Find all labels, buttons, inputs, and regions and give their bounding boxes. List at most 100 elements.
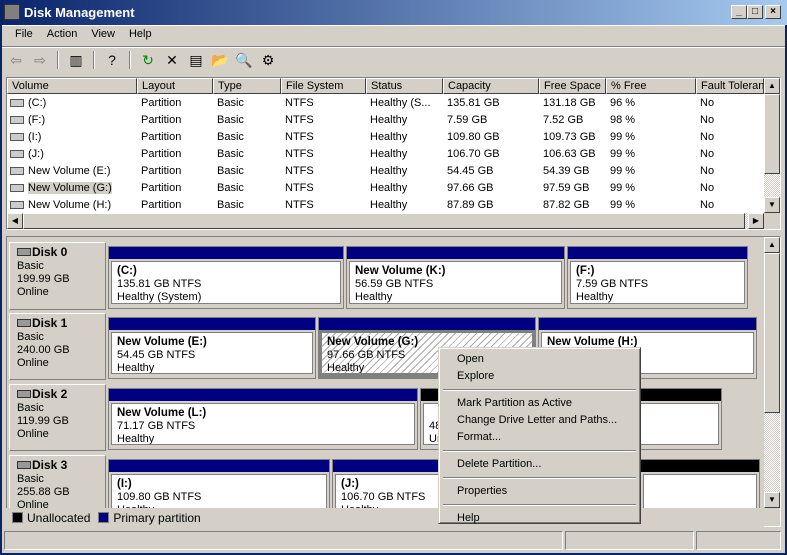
context-menu-item-open[interactable]: Open	[442, 351, 637, 368]
settings-icon: ⚙	[261, 51, 275, 68]
cell-text: Partition	[141, 148, 182, 160]
table-cell: No	[696, 197, 764, 214]
partition-color-bar	[109, 247, 343, 259]
partition[interactable]: New Volume (K:) 56.59 GB NTFS Healthy	[346, 246, 565, 309]
open-folder-button[interactable]: 📂	[210, 51, 230, 69]
partition-name: New Volume (L:)	[117, 407, 207, 419]
vertical-scrollbar[interactable]: ▲ ▼	[764, 78, 780, 213]
column-header-layout[interactable]: Layout	[137, 78, 213, 94]
table-cell: Basic	[213, 95, 281, 112]
scroll-up-button[interactable]: ▲	[764, 78, 780, 94]
scroll-down-button[interactable]: ▼	[764, 492, 780, 508]
context-menu-item-help[interactable]: Help	[442, 510, 637, 527]
table-cell: Partition	[137, 163, 213, 180]
partition-color-bar	[347, 247, 564, 259]
disk-label-0[interactable]: Disk 0 Basic 199.99 GB Online	[9, 242, 106, 310]
table-row[interactable]: (C:) Partition Basic NTFS Healthy (S... 135.8…	[7, 95, 764, 112]
column-header-type[interactable]: Type	[213, 78, 281, 94]
table-row[interactable]: (F:) Partition Basic NTFS Healthy 7.59 GB 7.52…	[7, 112, 764, 129]
disk-management-app-icon	[4, 4, 20, 20]
context-menu-item-change-drive-letter-and-paths[interactable]: Change Drive Letter and Paths...	[442, 412, 637, 429]
scroll-left-button[interactable]: ◀	[7, 213, 23, 229]
partition-name: (I:)	[117, 478, 132, 490]
scroll-down-button[interactable]: ▼	[764, 197, 780, 213]
column-header-fault-toleran[interactable]: Fault Toleran	[696, 78, 764, 94]
table-row[interactable]: (I:) Partition Basic NTFS Healthy 109.80 GB 10…	[7, 129, 764, 146]
partition-color-bar	[109, 389, 417, 401]
table-cell: 97.66 GB	[443, 180, 539, 197]
table-row[interactable]: New Volume (H:) Partition Basic NTFS Healthy…	[7, 197, 764, 214]
vertical-scrollbar[interactable]: ▲ ▼	[764, 237, 780, 508]
column-header-capacity[interactable]: Capacity	[443, 78, 539, 94]
disk-size: 240.00 GB	[17, 344, 70, 356]
table-cell: 7.52 GB	[539, 112, 606, 129]
partition[interactable]: (C:) 135.81 GB NTFS Healthy (System)	[108, 246, 344, 309]
refresh-button[interactable]: ↻	[138, 51, 158, 69]
properties-icon: ▤	[189, 51, 203, 68]
column-header-free-space[interactable]: Free Space	[539, 78, 606, 94]
status-bar-pane	[696, 531, 781, 550]
cell-text: Healthy	[370, 165, 408, 177]
partition[interactable]: New Volume (L:) 71.17 GB NTFS Healthy	[108, 388, 418, 450]
disk-label-2[interactable]: Disk 2 Basic 119.99 GB Online	[9, 384, 106, 451]
properties-button[interactable]: ▤	[186, 51, 206, 69]
column-header-status[interactable]: Status	[366, 78, 443, 94]
table-cell: Healthy	[366, 180, 443, 197]
delete-button[interactable]: ✕	[162, 51, 182, 69]
menu-file[interactable]: File	[8, 28, 40, 40]
show-hide-tree-button[interactable]: ▥	[66, 51, 86, 69]
settings-button[interactable]: ⚙	[258, 51, 278, 69]
scroll-thumb[interactable]	[23, 213, 745, 229]
cell-text: No	[700, 148, 715, 160]
context-menu-item-explore[interactable]: Explore	[442, 368, 637, 385]
table-row[interactable]: New Volume (G:) Partition Basic NTFS Healthy…	[7, 180, 764, 197]
disk-type: Basic	[17, 260, 44, 272]
context-menu-item-format[interactable]: Format...	[442, 429, 637, 446]
table-cell: No	[696, 163, 764, 180]
table-row[interactable]: New Volume (E:) Partition Basic NTFS Healthy…	[7, 163, 764, 180]
cell-text: Basic	[217, 182, 244, 194]
table-cell: (I:)	[7, 129, 137, 146]
disk-label-1[interactable]: Disk 1 Basic 240.00 GB Online	[9, 313, 106, 380]
column-header--free[interactable]: % Free	[606, 78, 696, 94]
cell-text: 131.18 GB	[543, 97, 596, 109]
maximize-button[interactable]: □	[747, 5, 763, 19]
scroll-up-button[interactable]: ▲	[764, 237, 780, 253]
menu-help[interactable]: Help	[122, 28, 159, 40]
scroll-thumb[interactable]	[764, 94, 780, 174]
partition-name: (F:)	[576, 265, 595, 277]
back-arrow-button[interactable]: ⇦	[6, 51, 26, 69]
table-cell: No	[696, 95, 764, 112]
menu-view[interactable]: View	[84, 28, 122, 40]
cell-text: Basic	[217, 148, 244, 160]
toolbar-separator	[57, 51, 59, 69]
drive-icon	[10, 167, 24, 176]
cell-text: 109.80 GB	[447, 131, 500, 143]
table-cell: Healthy	[366, 146, 443, 163]
context-menu-item-mark-partition-as-active[interactable]: Mark Partition as Active	[442, 395, 637, 412]
menu-action[interactable]: Action	[40, 28, 85, 40]
cell-text: 97.59 GB	[543, 182, 590, 194]
help-button[interactable]: ?	[102, 51, 122, 69]
explore-button[interactable]: 🔍	[234, 51, 254, 69]
forward-arrow-icon: ⇨	[34, 51, 46, 68]
cell-text: No	[700, 199, 715, 211]
table-cell: 135.81 GB	[443, 95, 539, 112]
column-header-volume[interactable]: Volume	[7, 78, 137, 94]
column-header-file-system[interactable]: File System	[281, 78, 366, 94]
forward-arrow-button[interactable]: ⇨	[30, 51, 50, 69]
scroll-thumb[interactable]	[764, 253, 780, 413]
close-button[interactable]: ×	[765, 5, 781, 19]
disk-type: Basic	[17, 331, 44, 343]
context-menu-item-properties[interactable]: Properties	[442, 483, 637, 500]
help-icon: ?	[108, 52, 116, 68]
minimize-button[interactable]: _	[731, 5, 747, 19]
horizontal-scrollbar[interactable]: ◀ ▶	[7, 213, 764, 229]
table-cell: Partition	[137, 197, 213, 214]
partition[interactable]: New Volume (E:) 54.45 GB NTFS Healthy	[108, 317, 316, 379]
scroll-right-button[interactable]: ▶	[748, 213, 764, 229]
context-menu-item-delete-partition[interactable]: Delete Partition...	[442, 456, 637, 473]
table-cell: 99 %	[606, 197, 696, 214]
partition[interactable]: (F:) 7.59 GB NTFS Healthy	[567, 246, 748, 309]
table-row[interactable]: (J:) Partition Basic NTFS Healthy 106.70 GB 10…	[7, 146, 764, 163]
